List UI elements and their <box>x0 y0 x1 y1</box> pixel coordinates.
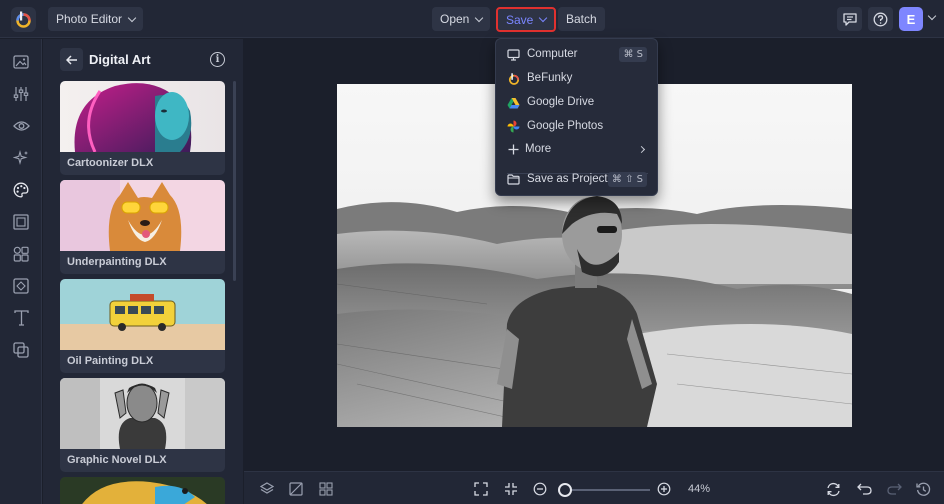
effect-card-cartoonizer[interactable]: Cartoonizer DLX <box>60 81 225 175</box>
save-as-project[interactable]: Save as Project ⌘ ⇧ S <box>496 168 659 191</box>
refresh-icon <box>826 482 840 496</box>
chevron-down-icon <box>539 13 548 23</box>
google-drive-label: Google Drive <box>527 96 595 108</box>
plus-icon <box>507 143 520 156</box>
comments-button[interactable] <box>837 7 862 31</box>
elements-icon[interactable] <box>11 244 31 264</box>
effect-card-oil-painting[interactable]: Oil Painting DLX <box>60 279 225 373</box>
graphic-novel-thumbnail <box>60 378 225 449</box>
avatar[interactable]: E <box>899 7 923 31</box>
save-label: Save <box>506 12 534 27</box>
oil-painting-thumbnail <box>60 279 225 350</box>
logo-icon <box>16 11 31 28</box>
undo-icon <box>856 483 872 495</box>
underpainting-thumbnail <box>60 180 225 251</box>
top-bar: Photo Editor Open Save Batch E <box>0 0 944 38</box>
chevron-down-icon[interactable] <box>927 11 937 21</box>
compare-icon[interactable] <box>288 481 304 497</box>
folder-icon <box>507 173 520 186</box>
history-icon <box>915 482 930 496</box>
layers-stack-icon[interactable] <box>259 481 275 497</box>
google-photos-label: Google Photos <box>527 120 604 132</box>
computer-label: Computer <box>527 48 578 60</box>
card-label: Cartoonizer DLX <box>67 157 154 169</box>
card-label: Oil Painting DLX <box>67 355 154 367</box>
save-to-computer[interactable]: Computer ⌘ S <box>496 43 659 66</box>
google-drive-icon <box>507 96 520 109</box>
text-icon[interactable] <box>11 308 31 328</box>
save-as-project-label: Save as Project <box>527 173 608 185</box>
history-button[interactable] <box>911 477 935 501</box>
open-button[interactable]: Open <box>432 7 491 31</box>
google-photos-icon <box>507 120 520 133</box>
frame-icon[interactable] <box>11 212 31 232</box>
photo-editor-menu[interactable]: Photo Editor <box>48 7 144 31</box>
parrot-thumbnail <box>60 477 225 504</box>
cartoonizer-thumbnail <box>60 81 225 152</box>
fit-screen-icon[interactable] <box>473 481 489 497</box>
effect-card-underpainting[interactable]: Underpainting DLX <box>60 180 225 274</box>
undo-button[interactable] <box>852 477 876 501</box>
info-icon[interactable]: i <box>210 52 225 67</box>
layers-icon[interactable] <box>11 340 31 360</box>
save-to-google-drive[interactable]: Google Drive <box>496 91 659 114</box>
chat-icon <box>842 12 857 26</box>
zoom-out-icon[interactable] <box>532 481 548 497</box>
more-label: More <box>525 143 552 155</box>
zoom-level: 44% <box>688 483 711 495</box>
card-label: Graphic Novel DLX <box>67 454 167 466</box>
grid-icon[interactable] <box>318 481 334 497</box>
effect-card-partial[interactable] <box>60 477 225 504</box>
redo-button[interactable] <box>882 477 906 501</box>
actual-size-icon[interactable] <box>503 481 519 497</box>
image-icon[interactable] <box>11 52 31 72</box>
arrow-left-icon <box>65 54 77 65</box>
zoom-in-icon[interactable] <box>656 481 672 497</box>
left-toolbar <box>0 39 42 504</box>
chevron-down-icon <box>127 13 137 22</box>
panel-header: Digital Art i <box>43 47 243 73</box>
card-label: Underpainting DLX <box>67 256 167 268</box>
back-button[interactable] <box>60 48 83 71</box>
chevron-right-icon <box>637 145 646 154</box>
panel-title: Digital Art <box>89 52 151 67</box>
chevron-down-icon <box>475 13 484 22</box>
panel-scrollbar[interactable] <box>233 81 236 281</box>
befunky-logo[interactable] <box>11 7 36 32</box>
batch-label: Batch <box>566 12 597 26</box>
effect-card-graphic-novel[interactable]: Graphic Novel DLX <box>60 378 225 472</box>
palette-icon[interactable] <box>11 180 31 200</box>
batch-button[interactable]: Batch <box>558 7 605 31</box>
adjust-sliders-icon[interactable] <box>11 84 31 104</box>
photo-editor-label: Photo Editor <box>56 12 123 26</box>
save-to-befunky[interactable]: BeFunky <box>496 67 659 90</box>
shortcut-badge: ⌘ ⇧ S <box>607 172 647 187</box>
open-label: Open <box>440 12 470 26</box>
save-dropdown-menu: Computer ⌘ S BeFunky Google Drive Google… <box>495 38 658 196</box>
digital-art-panel: Digital Art i Cartoonizer DLX Underpaint… <box>43 39 243 504</box>
save-to-google-photos[interactable]: Google Photos <box>496 115 659 138</box>
befunky-label: BeFunky <box>527 72 573 84</box>
befunky-icon <box>507 72 520 85</box>
help-button[interactable] <box>868 7 893 31</box>
zoom-slider-track[interactable] <box>566 489 650 491</box>
shortcut-badge: ⌘ S <box>619 47 647 62</box>
texture-icon[interactable] <box>11 276 31 296</box>
monitor-icon <box>507 48 520 61</box>
eye-icon[interactable] <box>11 116 31 136</box>
save-button[interactable]: Save <box>496 7 557 32</box>
zoom-slider-handle[interactable] <box>558 483 572 497</box>
redo-icon <box>886 483 902 495</box>
sparkle-icon[interactable] <box>11 148 31 168</box>
help-icon <box>873 12 888 26</box>
bottom-bar: 44% <box>244 471 944 504</box>
save-more[interactable]: More <box>496 138 659 161</box>
reset-button[interactable] <box>821 477 845 501</box>
